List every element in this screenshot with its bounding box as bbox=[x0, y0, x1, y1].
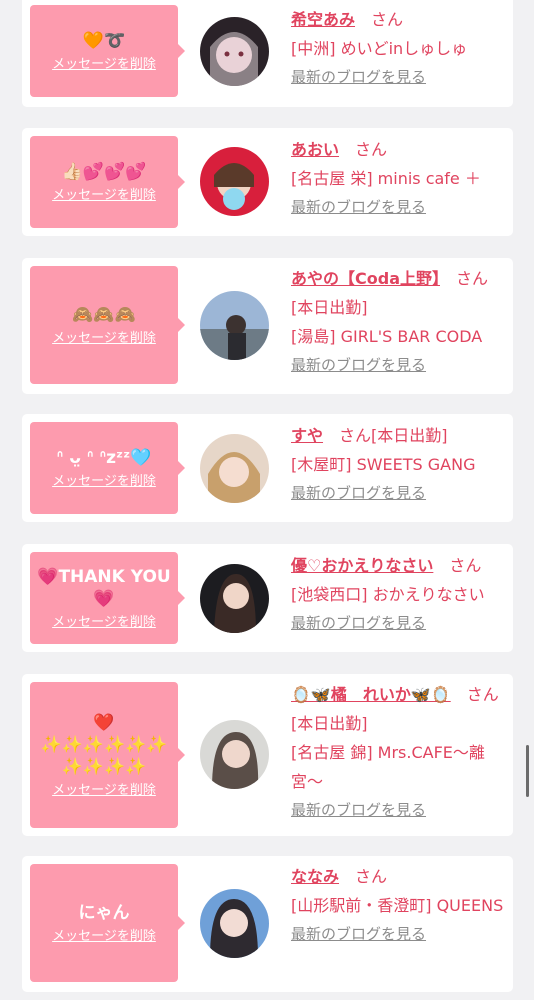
delete-message-link[interactable]: メッセージを削除 bbox=[52, 782, 156, 799]
avatar[interactable] bbox=[200, 564, 269, 633]
delete-message-link[interactable]: メッセージを削除 bbox=[52, 187, 156, 204]
message-bubble: ❤️ ✨✨✨✨✨✨ ✨✨✨✨ メッセージを削除 bbox=[30, 682, 185, 828]
honorific: さん bbox=[339, 426, 372, 445]
latest-blog-link[interactable]: 最新のブログを見る bbox=[291, 479, 505, 508]
scrollbar[interactable] bbox=[526, 745, 529, 797]
message-text: 👍🏻💕💕💕 bbox=[61, 161, 147, 182]
shop-name: [名古屋 栄] minis cafe ＋ bbox=[291, 169, 481, 188]
list-item: ᐢ ᴗ̤ ᐢ ᐢzᶻᶻ🩵 メッセージを削除 すや さん[本日出勤] [木屋町] … bbox=[22, 414, 513, 522]
cast-name-link[interactable]: 🪞🦋橘 れいか🦋🪞 bbox=[291, 685, 451, 704]
message-bubble: 💗THANK YOU💗 メッセージを削除 bbox=[30, 552, 185, 644]
list-item: ❤️ ✨✨✨✨✨✨ ✨✨✨✨ メッセージを削除 🪞🦋橘 れいか🦋🪞 さん [本日出… bbox=[22, 674, 513, 836]
delete-message-link[interactable]: メッセージを削除 bbox=[52, 928, 156, 945]
message-text: 🧡➰ bbox=[82, 30, 126, 51]
shop-name: [中洲] めいどinしゅしゅ bbox=[291, 39, 468, 58]
delete-message-link[interactable]: メッセージを削除 bbox=[52, 614, 156, 631]
honorific: さん bbox=[456, 269, 489, 288]
avatar[interactable] bbox=[200, 434, 269, 503]
shop-name: [木屋町] SWEETS GANG bbox=[291, 455, 476, 474]
delete-message-link[interactable]: メッセージを削除 bbox=[52, 56, 156, 73]
honorific: さん bbox=[371, 10, 404, 29]
cast-info: すや さん[本日出勤] [木屋町] SWEETS GANG 最新のブログを見る bbox=[291, 421, 505, 508]
honorific: さん bbox=[355, 140, 388, 159]
message-bubble: 🙈🙈🙈 メッセージを削除 bbox=[30, 266, 185, 384]
status-text: [本日出勤] bbox=[291, 298, 368, 317]
honorific: さん bbox=[449, 556, 482, 575]
cast-name-link[interactable]: 優♡おかえりなさい bbox=[291, 556, 433, 575]
cast-name-link[interactable]: 希空あみ bbox=[291, 10, 355, 29]
avatar[interactable] bbox=[200, 291, 269, 360]
cast-info: 優♡おかえりなさい さん [池袋西口] おかえりなさい 最新のブログを見る bbox=[291, 551, 505, 638]
message-text: 🙈🙈🙈 bbox=[72, 304, 136, 325]
latest-blog-link[interactable]: 最新のブログを見る bbox=[291, 193, 505, 222]
shop-name: [池袋西口] おかえりなさい bbox=[291, 585, 485, 604]
message-bubble: 👍🏻💕💕💕 メッセージを削除 bbox=[30, 136, 185, 228]
status-text: [本日出勤] bbox=[291, 714, 368, 733]
message-bubble: にゃん メッセージを削除 bbox=[30, 864, 185, 982]
message-text: ᐢ ᴗ̤ ᐢ ᐢzᶻᶻ🩵 bbox=[56, 447, 152, 468]
latest-blog-link[interactable]: 最新のブログを見る bbox=[291, 351, 505, 380]
list-item: 🧡➰ メッセージを削除 希空あみ さん [中洲] めいどinしゅしゅ 最新のブロ… bbox=[22, 0, 513, 107]
cast-name-link[interactable]: あやの【Coda上野】 bbox=[291, 269, 440, 288]
shop-name: [湯島] GIRL'S BAR CODA bbox=[291, 327, 483, 346]
cast-info: ななみ さん [山形駅前・香澄町] QUEENS 最新のブログを見る bbox=[291, 862, 505, 949]
list-item: 💗THANK YOU💗 メッセージを削除 優♡おかえりなさい さん [池袋西口]… bbox=[22, 544, 513, 652]
delete-message-link[interactable]: メッセージを削除 bbox=[52, 473, 156, 490]
avatar[interactable] bbox=[200, 147, 269, 216]
shop-name: [名古屋 錦] Mrs.CAFE〜離宮〜 bbox=[291, 743, 485, 791]
list-item: 👍🏻💕💕💕 メッセージを削除 あおい さん [名古屋 栄] minis cafe… bbox=[22, 128, 513, 236]
cast-info: 🪞🦋橘 れいか🦋🪞 さん[本日出勤] [名古屋 錦] Mrs.CAFE〜離宮〜 … bbox=[291, 680, 505, 825]
latest-blog-link[interactable]: 最新のブログを見る bbox=[291, 609, 505, 638]
shop-name: [山形駅前・香澄町] QUEENS bbox=[291, 896, 504, 915]
message-bubble: 🧡➰ メッセージを削除 bbox=[30, 5, 185, 97]
avatar[interactable] bbox=[200, 889, 269, 958]
message-text: にゃん bbox=[78, 902, 130, 923]
status-text: [本日出勤] bbox=[371, 426, 448, 445]
cast-name-link[interactable]: ななみ bbox=[291, 867, 339, 886]
message-text: 💗THANK YOU💗 bbox=[37, 566, 171, 609]
latest-blog-link[interactable]: 最新のブログを見る bbox=[291, 920, 505, 949]
list-item: 🙈🙈🙈 メッセージを削除 あやの【Coda上野】 さん [本日出勤] [湯島] G… bbox=[22, 258, 513, 394]
cast-info: あやの【Coda上野】 さん [本日出勤] [湯島] GIRL'S BAR COD… bbox=[291, 264, 505, 380]
message-text: ❤️ ✨✨✨✨✨✨ ✨✨✨✨ bbox=[40, 712, 168, 777]
cast-name-link[interactable]: あおい bbox=[291, 140, 339, 159]
delete-message-link[interactable]: メッセージを削除 bbox=[52, 330, 156, 347]
latest-blog-link[interactable]: 最新のブログを見る bbox=[291, 63, 505, 92]
avatar[interactable] bbox=[200, 720, 269, 789]
list-item: にゃん メッセージを削除 ななみ さん [山形駅前・香澄町] QUEENS 最新… bbox=[22, 856, 513, 992]
cast-info: 希空あみ さん [中洲] めいどinしゅしゅ 最新のブログを見る bbox=[291, 5, 505, 92]
cast-info: あおい さん [名古屋 栄] minis cafe ＋ 最新のブログを見る bbox=[291, 135, 505, 222]
latest-blog-link[interactable]: 最新のブログを見る bbox=[291, 796, 505, 825]
message-bubble: ᐢ ᴗ̤ ᐢ ᐢzᶻᶻ🩵 メッセージを削除 bbox=[30, 422, 185, 514]
honorific: さん bbox=[355, 867, 388, 886]
avatar[interactable] bbox=[200, 17, 269, 86]
cast-name-link[interactable]: すや bbox=[291, 426, 323, 445]
honorific: さん bbox=[466, 685, 499, 704]
